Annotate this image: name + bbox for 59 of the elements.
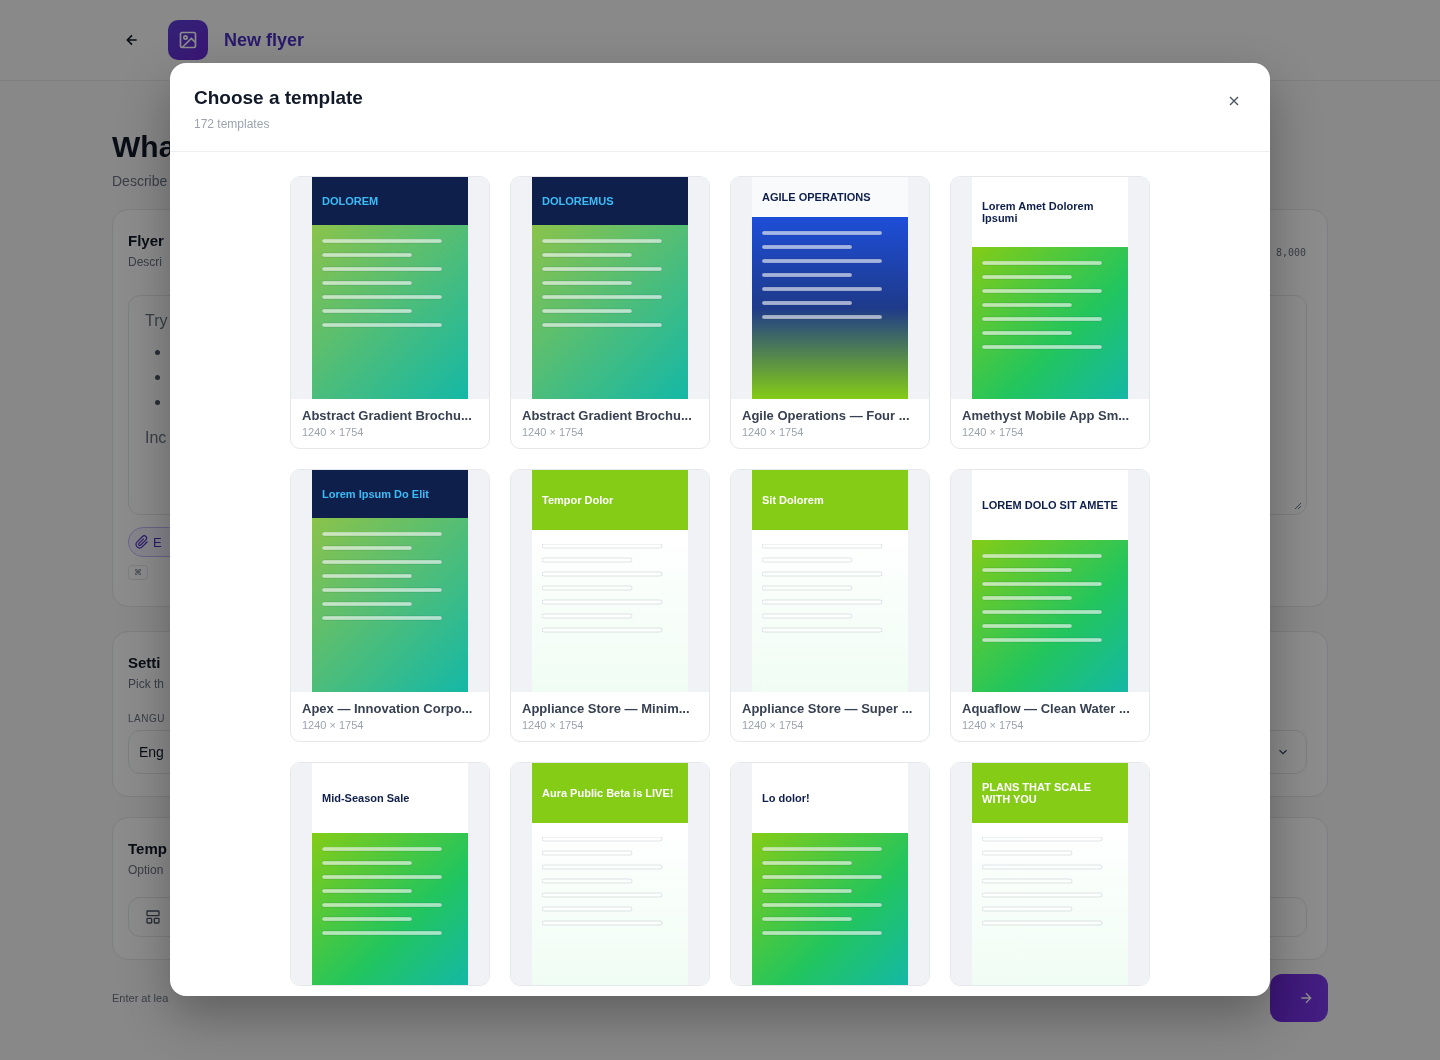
template-size: 1240 × 1754 xyxy=(302,426,365,438)
character-counter: 8,000 xyxy=(1275,247,1306,258)
card-title: Temp xyxy=(128,840,168,857)
dialog-subtitle: 172 templates xyxy=(194,117,271,131)
arrow-left-icon xyxy=(124,32,140,48)
preview-heading: LOREM DOLO SIT AMETE xyxy=(982,499,1118,511)
preview-heading: PLANS THAT SCALE WITH YOU xyxy=(982,781,1093,805)
card-description: Descri xyxy=(128,255,163,269)
dialog-title: Choose a template xyxy=(194,87,363,109)
layout-icon xyxy=(145,909,161,925)
template-size: 1240 × 1754 xyxy=(522,426,585,438)
template-title: Abstract Gradient Brochu... xyxy=(522,408,693,423)
template-title: Abstract Gradient Brochu... xyxy=(302,408,473,423)
image-icon xyxy=(168,20,208,60)
preview-heading: Tempor Dolor xyxy=(542,494,614,506)
template-title: Appliance Store — Minim... xyxy=(522,701,691,716)
page-title: New flyer xyxy=(224,29,305,51)
template-size: 1240 × 1754 xyxy=(962,426,1025,438)
template-card[interactable]: DOLOREMUS Abstract Gradient Brochu... 1240 × 1754 xyxy=(510,176,710,449)
preview-heading: DOLOREMUS xyxy=(542,195,614,207)
template-size: 1240 × 1754 xyxy=(742,719,805,731)
preview-heading: Lo dolor! xyxy=(762,792,810,804)
card-title: Setti xyxy=(128,654,162,671)
template-size: 1240 × 1754 xyxy=(522,719,585,731)
preview-heading: Mid-Season Sale xyxy=(322,792,410,804)
template-card[interactable]: Sit Dolorem Appliance Store — Super ... 1240 × 1754 xyxy=(730,469,930,742)
card-title: Flyer xyxy=(128,232,165,249)
paperclip-icon xyxy=(135,535,149,549)
template-size: 1240 × 1754 xyxy=(302,719,365,731)
preview-heading: AGILE OPERATIONS xyxy=(762,191,871,203)
resize-grip-icon xyxy=(1294,502,1302,510)
template-size: 1240 × 1754 xyxy=(742,426,805,438)
template-card[interactable]: Lorem Amet Dolorem Ipsumi Amethyst Mobile App Sm... 1240 × 1754 xyxy=(950,176,1150,449)
template-title: Amethyst Mobile App Sm... xyxy=(962,408,1131,423)
template-title: Apex — Innovation Corpo... xyxy=(302,701,474,716)
template-card[interactable]: DOLOREM Abstract Gradient Brochu... 1240 × 1754 xyxy=(290,176,490,449)
template-title: Agile Operations — Four ... xyxy=(742,408,911,423)
template-size: 1240 × 1754 xyxy=(962,719,1025,731)
preview-heading: DOLOREM xyxy=(322,195,379,207)
preview-heading: Lorem Amet Dolorem Ipsumi xyxy=(982,200,1095,224)
arrow-right-icon xyxy=(1298,990,1314,1006)
template-card[interactable]: Tempor Dolor Appliance Store — Minim... 1240 × 1754 xyxy=(510,469,710,742)
template-card[interactable]: LOREM DOLO SIT AMETE Aquaflow — Clean Water ... 1240 × 1754 xyxy=(950,469,1150,742)
card-description: Pick th xyxy=(128,677,165,691)
page-subheading: Describe xyxy=(112,173,169,189)
submit-button[interactable] xyxy=(1270,974,1328,1022)
template-card[interactable]: Lo dolor! xyxy=(730,762,930,986)
preview-heading: Lorem Ipsum Do Elit xyxy=(322,488,429,500)
preview-heading: Aura Public Beta is LIVE! xyxy=(542,787,674,799)
card-description: Option xyxy=(128,863,165,877)
template-card[interactable]: AGILE OPERATIONS Agile Operations — Four ... 1240 × 1754 xyxy=(730,176,930,449)
preview-heading: Sit Dolorem xyxy=(762,494,824,506)
template-card[interactable]: Mid-Season Sale xyxy=(290,762,490,986)
template-title: Appliance Store — Super ... xyxy=(742,701,914,716)
shortcut-key: ⌘ xyxy=(128,565,148,580)
footer-hint: Enter at lea xyxy=(112,992,169,1004)
template-card[interactable]: Lorem Ipsum Do Elit Apex — Innovation Corpo... 1240 × 1754 xyxy=(290,469,490,742)
template-title: Aquaflow — Clean Water ... xyxy=(962,701,1131,716)
field-label: LANGU xyxy=(128,713,166,724)
